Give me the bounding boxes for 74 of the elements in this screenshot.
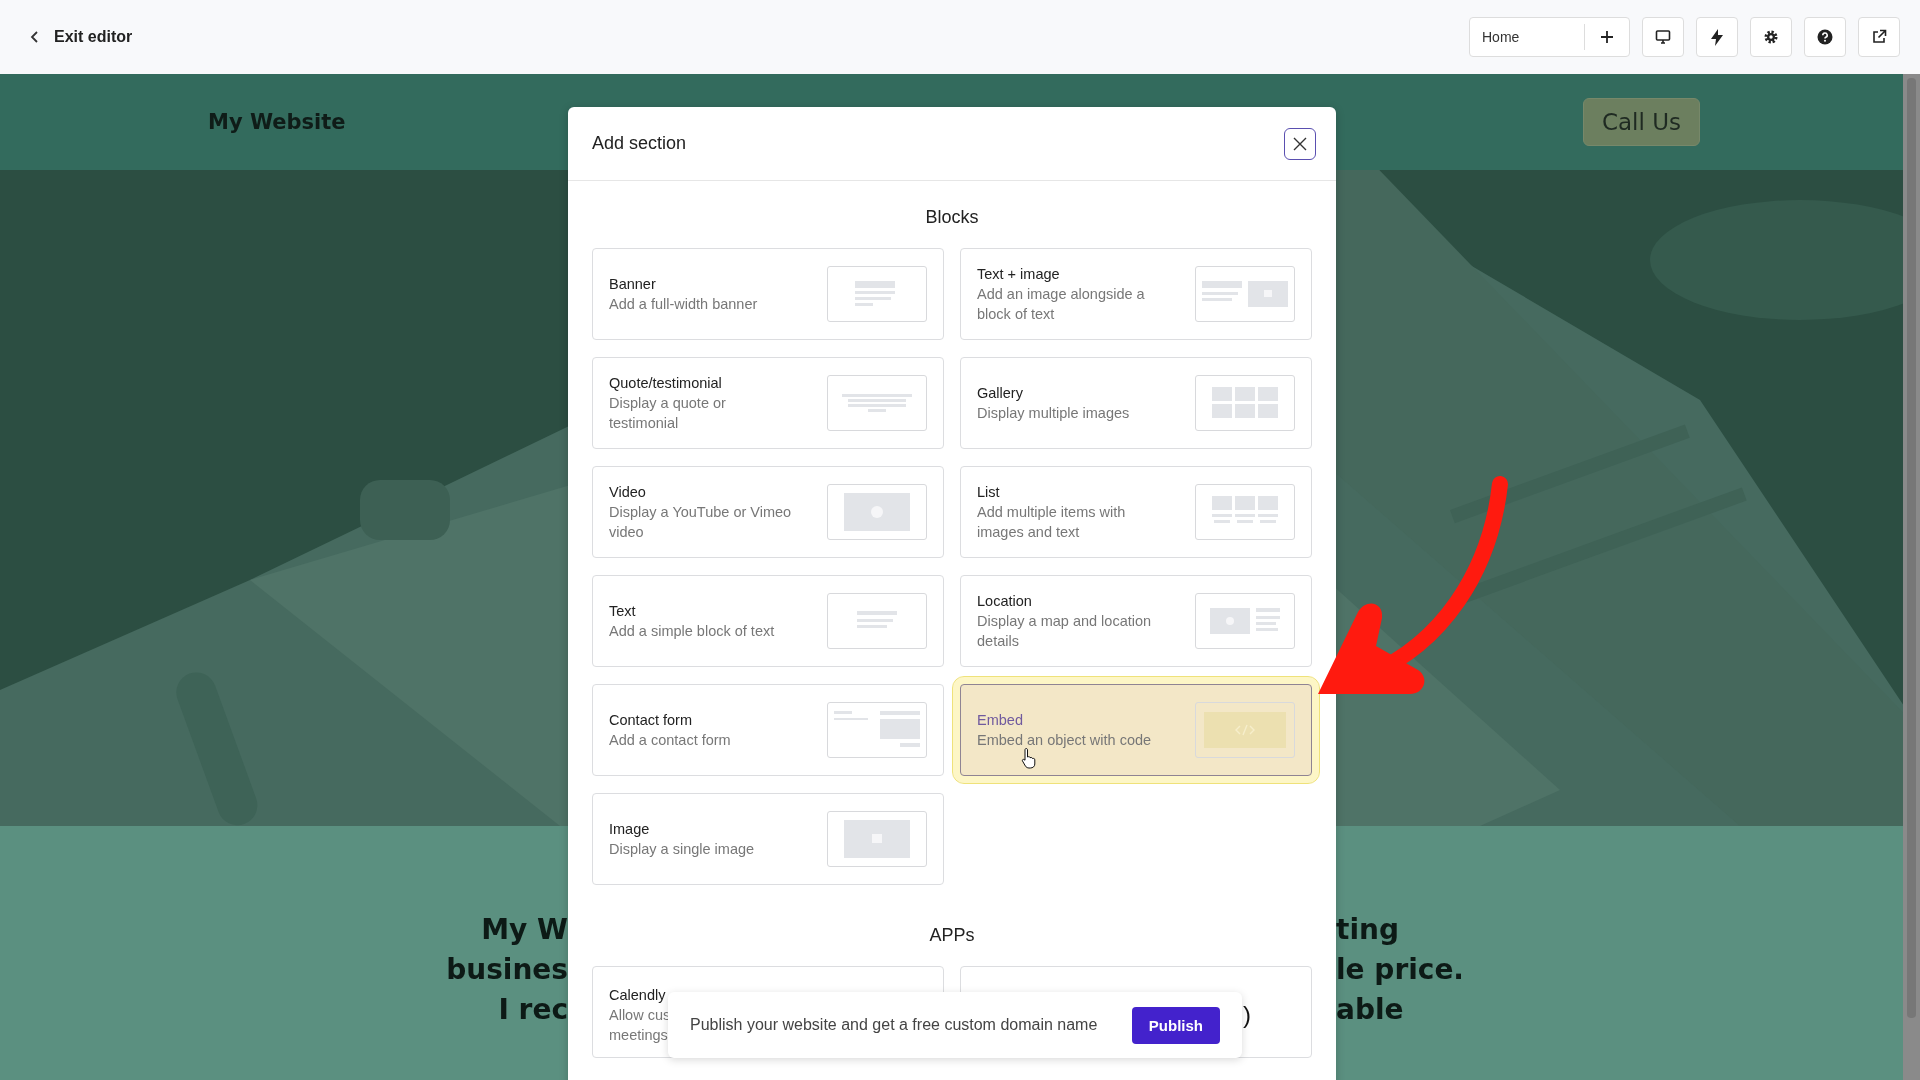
block-title: Text — [609, 602, 637, 621]
block-card[interactable]: Text Add a simple block of text — [592, 575, 944, 667]
block-description: Add a contact form — [609, 731, 731, 750]
hand-cursor-icon — [1021, 747, 1037, 769]
block-title: Location — [977, 592, 1033, 611]
plus-icon — [1600, 30, 1614, 44]
block-title: Contact form — [609, 711, 693, 730]
block-card[interactable]: List Add multiple items with images and text — [960, 466, 1312, 558]
text-preview-icon — [857, 611, 897, 631]
block-description: Add a simple block of text — [609, 622, 775, 641]
block-description: Display a quote or testimonial — [609, 394, 727, 433]
block-description: Display multiple images — [977, 404, 1130, 423]
block-title: Banner — [609, 275, 657, 294]
block-title: Gallery — [977, 384, 1024, 403]
block-description: Display a YouTube or Vimeo video — [609, 503, 793, 542]
close-icon — [1293, 136, 1307, 151]
video-preview-icon — [844, 493, 910, 531]
text-image-preview-icon — [1202, 281, 1288, 307]
dialog-title: Add section — [592, 133, 687, 154]
external-link-icon — [1871, 29, 1887, 45]
location-preview-icon — [1210, 608, 1280, 634]
block-description: Display a map and location details — [977, 612, 1153, 651]
help-button[interactable] — [1804, 17, 1846, 57]
page-selector[interactable]: Home — [1469, 17, 1630, 57]
close-button[interactable] — [1284, 127, 1316, 160]
publish-message: Publish your website and get a free custom domain name — [690, 1016, 1098, 1034]
block-description: Add a full-width banner — [609, 295, 758, 314]
lightning-button[interactable] — [1696, 17, 1738, 57]
code-icon — [1204, 712, 1286, 748]
block-card[interactable]: Quote/testimonial Display a quote or testimonial — [592, 357, 944, 449]
block-card[interactable]: Contact form Add a contact form — [592, 684, 944, 776]
help-icon — [1817, 29, 1833, 45]
block-title: List — [977, 483, 1001, 502]
block-title: Quote/testimonial — [609, 374, 723, 393]
block-title: Video — [609, 483, 647, 502]
block-title: Image — [609, 820, 651, 839]
headline-text: le price. — [1336, 952, 1464, 988]
lightning-icon — [1710, 28, 1724, 46]
block-description: Add an image alongside a block of text — [977, 285, 1146, 324]
settings-button[interactable] — [1750, 17, 1792, 57]
gallery-preview-icon — [1212, 387, 1278, 419]
app-title: Calendly — [609, 986, 667, 1005]
block-card[interactable]: Gallery Display multiple images — [960, 357, 1312, 449]
block-title: Text + image — [977, 265, 1061, 284]
block-description: Embed an object with code — [977, 731, 1152, 750]
image-preview-icon — [844, 820, 910, 858]
headline-text: able — [1336, 992, 1404, 1028]
block-card[interactable]: Banner Add a full-width banner — [592, 248, 944, 340]
block-title: Embed — [977, 711, 1024, 730]
block-card[interactable]: Image Display a single image — [592, 793, 944, 885]
app-description: meetings — [609, 1026, 669, 1045]
block-card[interactable]: Location Display a map and location details — [960, 575, 1312, 667]
block-description: Add multiple items with images and text — [977, 503, 1127, 542]
desktop-view-button[interactable] — [1642, 17, 1684, 57]
back-icon — [30, 30, 40, 44]
settings-icon — [1763, 29, 1779, 45]
section-heading: APPs — [928, 924, 976, 947]
exit-editor-button[interactable]: Exit editor — [26, 24, 137, 50]
app-text: ) — [1243, 1001, 1251, 1029]
block-card[interactable]: Video Display a YouTube or Vimeo video — [592, 466, 944, 558]
site-title: My Website — [208, 110, 346, 134]
headline-text: busines — [446, 952, 568, 988]
monitor-icon — [1655, 29, 1671, 45]
contact-form-preview-icon — [834, 711, 920, 749]
headline-text: ting — [1336, 912, 1399, 948]
block-description: Display a single image — [609, 840, 755, 859]
headline-text: My W — [481, 912, 568, 948]
section-heading: Blocks — [924, 206, 980, 229]
external-link-button[interactable] — [1858, 17, 1900, 57]
block-card[interactable]: Text + image Add an image alongside a block of text — [960, 248, 1312, 340]
quote-preview-icon — [842, 394, 912, 412]
publish-button[interactable]: Publish — [1131, 1006, 1220, 1044]
headline-text: I rec — [498, 992, 568, 1028]
scrollbar[interactable] — [1903, 74, 1920, 1080]
